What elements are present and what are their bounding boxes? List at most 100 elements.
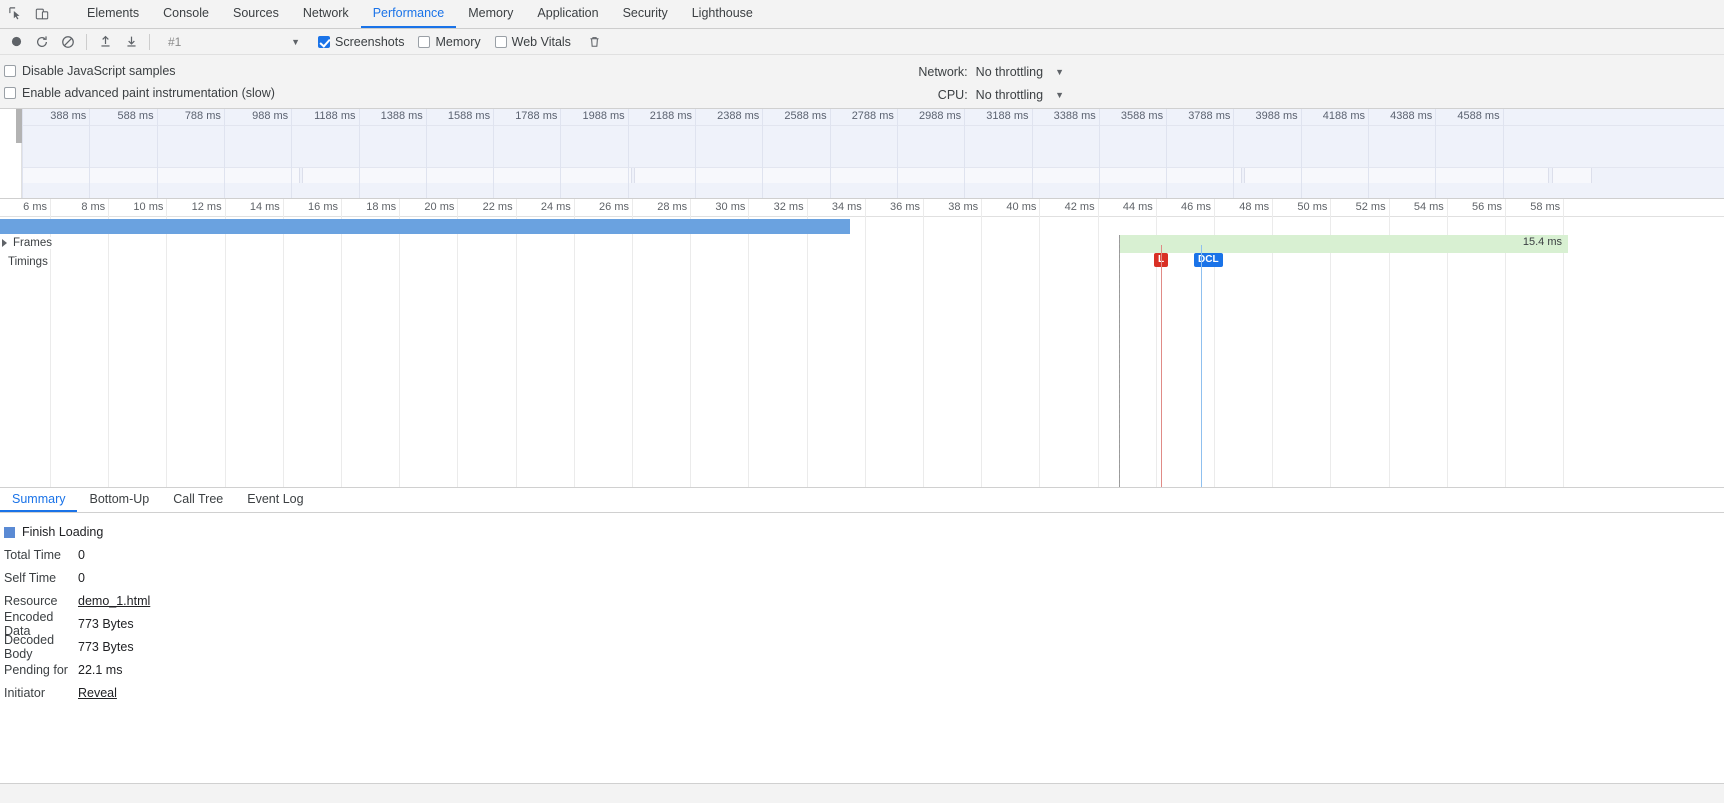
timeline-tick-label: 42 ms: [1064, 201, 1095, 213]
status-bar: [0, 783, 1724, 803]
timeline-tick-label: 24 ms: [540, 201, 571, 213]
tab-call-tree[interactable]: Call Tree: [161, 488, 235, 512]
save-profile-icon[interactable]: [119, 31, 143, 53]
reveal-link[interactable]: Reveal: [78, 686, 117, 700]
tab-elements[interactable]: Elements: [75, 0, 151, 28]
timeline-flame-chart[interactable]: 58 ms 56 ms 54 ms 52 ms 50 ms 48 ms 46 ms 44 ms…: [0, 199, 1724, 488]
row-key: Initiator: [4, 685, 45, 700]
network-chevron-down-icon[interactable]: ▼: [1055, 67, 1064, 77]
tab-application[interactable]: Application: [525, 0, 610, 28]
cpu-throttling-value[interactable]: No throttling: [976, 88, 1043, 102]
tab-bottom-up[interactable]: Bottom-Up: [77, 488, 161, 512]
tab-label: Security: [622, 6, 668, 20]
checkbox-box: [494, 35, 507, 48]
overview-tick: 788 ms: [185, 109, 225, 198]
resource-link[interactable]: demo_1.html: [78, 594, 150, 608]
tab-summary[interactable]: Summary: [0, 488, 78, 512]
timeline-tick: 38 ms: [948, 199, 983, 487]
profile-selector[interactable]: #1 ▼: [164, 32, 304, 51]
tab-event-log[interactable]: Event Log: [235, 488, 315, 512]
chevron-down-icon: ▼: [291, 36, 300, 47]
overview-tick-label: 1388 ms: [380, 110, 423, 122]
tab-performance[interactable]: Performance: [360, 0, 457, 28]
tab-label: Console: [163, 6, 209, 20]
timeline-tick-label: 10 ms: [133, 201, 164, 213]
timeline-tick-label: 22 ms: [482, 201, 513, 213]
summary-event-title: Finish Loading: [4, 521, 1724, 543]
network-throttling-label: Network:: [918, 64, 968, 79]
summary-row-self-time: Self Time 0: [4, 566, 1724, 589]
tab-network[interactable]: Network: [291, 0, 361, 28]
overview-tick: 3588 ms: [1121, 109, 1168, 198]
expand-triangle-icon[interactable]: [2, 238, 7, 247]
overview-tick: 4388 ms: [1390, 109, 1437, 198]
disable-js-samples-checkbox[interactable]: Disable JavaScript samples: [4, 60, 1724, 82]
dcl-marker[interactable]: DCL: [1194, 253, 1223, 267]
web-vitals-label: Web Vitals: [511, 34, 571, 49]
overview-tick: 3188 ms: [986, 109, 1033, 198]
screenshots-label: Screenshots: [335, 34, 405, 49]
selection-line: [1119, 235, 1120, 487]
tab-label: Call Tree: [173, 492, 224, 506]
timeline-tick-label: 12 ms: [191, 201, 222, 213]
tab-sources[interactable]: Sources: [221, 0, 291, 28]
timeline-tick: 12 ms: [192, 199, 226, 487]
overview-tick-label: 1988 ms: [582, 110, 625, 122]
memory-checkbox[interactable]: Memory: [418, 35, 481, 49]
tab-memory[interactable]: Memory: [456, 0, 525, 28]
checkbox-box: [418, 35, 431, 48]
overview-frame-cell: [22, 168, 300, 183]
checkbox-box: [4, 87, 16, 99]
timeline-tick-label: 52 ms: [1355, 201, 1386, 213]
record-circle-icon[interactable]: [4, 31, 28, 53]
cpu-throttling-label: CPU:: [937, 87, 968, 102]
row-value: 0: [78, 547, 85, 562]
tab-console[interactable]: Console: [151, 0, 221, 28]
overview-tick-label: 788 ms: [184, 110, 221, 122]
timeline-tick: 40 ms: [1006, 199, 1041, 487]
load-profile-icon[interactable]: [93, 31, 117, 53]
tab-label: Bottom-Up: [89, 492, 150, 506]
inspect-element-icon[interactable]: [6, 4, 26, 24]
overview-tick: 188 ms: [0, 109, 23, 198]
checkbox-box: [318, 35, 330, 48]
devtools-tabbar: Elements Console Sources Network Perform…: [0, 0, 1724, 29]
summary-row-pending-for: Pending for 22.1 ms: [4, 658, 1724, 681]
web-vitals-checkbox[interactable]: Web Vitals: [494, 34, 571, 49]
timeline-tick-label: 18 ms: [366, 201, 397, 213]
timeline-tick: 10 ms: [133, 199, 168, 487]
timeline-tick: 16 ms: [308, 199, 342, 487]
tab-label: Summary: [12, 492, 66, 506]
screenshots-checkbox[interactable]: Screenshots: [318, 35, 404, 49]
overview-tick: 588 ms: [118, 109, 158, 198]
delete-icon[interactable]: [583, 31, 607, 53]
timeline-overview[interactable]: 188 ms 388 ms 588 ms 788 ms 988 ms 1188 ms 138…: [0, 109, 1724, 199]
disable-js-samples-label: Disable JavaScript samples: [22, 64, 176, 78]
tab-security[interactable]: Security: [611, 0, 680, 28]
timeline-tick-label: 16 ms: [308, 201, 338, 213]
tab-label: Event Log: [247, 492, 304, 506]
overview-tick: 2388 ms: [717, 109, 764, 198]
overview-tick-label: 2388 ms: [717, 110, 760, 122]
timeline-tick-label: 14 ms: [249, 201, 280, 213]
frame-band[interactable]: 15.4 ms: [1120, 235, 1568, 253]
overview-tick-label: 4388 ms: [1390, 110, 1433, 122]
overview-window-left-handle[interactable]: [16, 109, 22, 143]
timeline-tick-label: 50 ms: [1297, 201, 1328, 213]
cpu-chevron-down-icon[interactable]: ▼: [1055, 90, 1064, 100]
device-toolbar-icon[interactable]: [32, 4, 52, 24]
overview-tick: 4188 ms: [1323, 109, 1369, 198]
tab-label: Application: [537, 6, 599, 20]
tab-lighthouse[interactable]: Lighthouse: [680, 0, 765, 28]
row-key: Pending for: [4, 662, 68, 677]
network-request-band[interactable]: [0, 219, 850, 234]
summary-row-encoded-data: Encoded Data 773 Bytes: [4, 610, 1724, 638]
overview-tick-label: 1788 ms: [515, 110, 558, 122]
toolbar-divider-2: [149, 33, 150, 50]
clear-recording-icon[interactable]: [56, 31, 80, 53]
reload-record-icon[interactable]: [30, 31, 54, 53]
network-throttling-value[interactable]: No throttling: [976, 65, 1043, 79]
advanced-paint-checkbox[interactable]: Enable advanced paint instrumentation (s…: [4, 82, 1724, 104]
track-frames[interactable]: Frames: [2, 237, 54, 253]
overview-frame-cell: [634, 168, 1242, 183]
